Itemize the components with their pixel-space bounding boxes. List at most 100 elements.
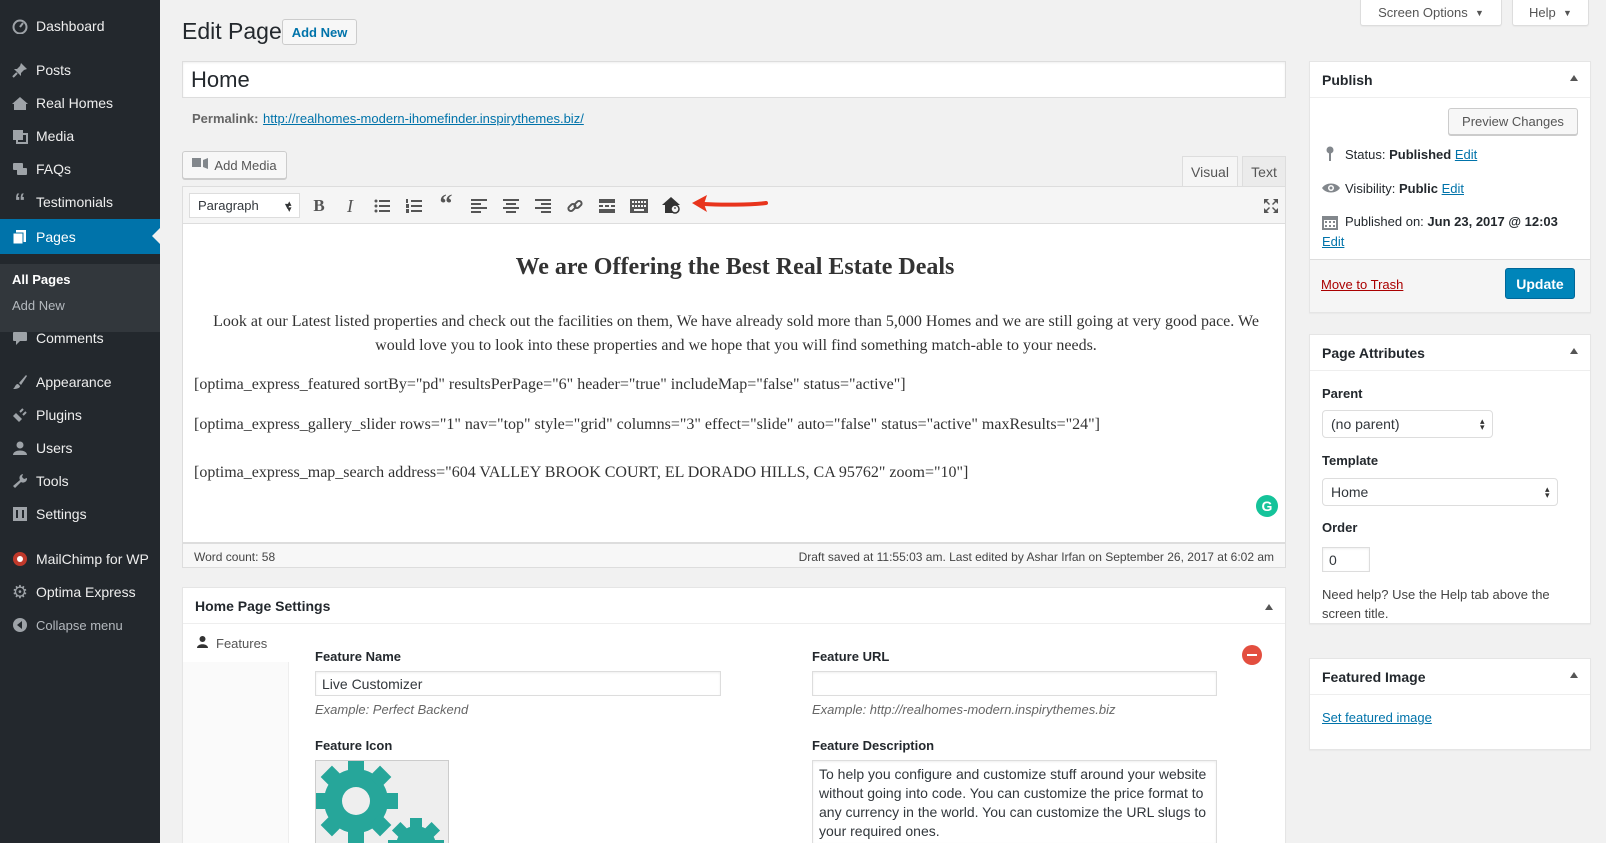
sidebar-item-dashboard[interactable]: Dashboard (0, 9, 160, 43)
pin-icon (1324, 146, 1336, 165)
eye-icon (1321, 182, 1341, 197)
bullet-list-icon[interactable] (371, 195, 393, 217)
feature-icon-image[interactable] (315, 760, 449, 843)
italic-icon[interactable]: I (339, 195, 361, 217)
permalink-link[interactable]: http://realhomes-modern-ihomefinder.insp… (263, 111, 584, 126)
collapse-toggle-icon[interactable] (1570, 672, 1578, 678)
status-row: Status: Published Edit (1345, 147, 1477, 162)
sidebar-item-comments[interactable]: Comments (0, 321, 160, 355)
sidebar-item-label: Real Homes (36, 95, 114, 111)
sidebar-item-label: Appearance (36, 374, 112, 390)
fullscreen-icon[interactable] (1260, 195, 1282, 217)
align-center-icon[interactable] (500, 195, 522, 217)
editor-status-bar: Word count: 58 Draft saved at 11:55:03 a… (182, 543, 1286, 568)
link-icon[interactable] (564, 195, 586, 217)
read-more-icon[interactable] (596, 195, 618, 217)
collapse-toggle-icon[interactable] (1265, 604, 1273, 610)
mailchimp-icon (10, 549, 30, 569)
sidebar-item-tools[interactable]: Tools (0, 464, 160, 498)
sidebar-item-plugins[interactable]: Plugins (0, 398, 160, 432)
sidebar-item-label: MailChimp for WP (36, 551, 149, 567)
permalink-label: Permalink: (192, 111, 259, 126)
preview-changes-button[interactable]: Preview Changes (1448, 108, 1578, 135)
feature-url-input[interactable] (812, 671, 1217, 696)
editor-content[interactable]: We are Offering the Best Real Estate Dea… (182, 224, 1286, 543)
order-input[interactable]: 0 (1322, 547, 1370, 572)
ihomefinder-house-icon[interactable] (660, 194, 682, 216)
sidebar-item-label: Testimonials (36, 194, 114, 210)
blockquote-icon[interactable]: “ (435, 189, 457, 218)
user-icon (197, 635, 208, 651)
dropdown-arrow-icon: ▼ (283, 200, 292, 211)
collapse-menu[interactable]: Collapse menu (0, 608, 160, 642)
content-heading: We are Offering the Best Real Estate Dea… (515, 254, 955, 280)
help-button[interactable]: Help ▼ (1512, 0, 1589, 26)
edit-visibility-link[interactable]: Edit (1442, 181, 1464, 196)
remove-feature-icon[interactable] (1242, 645, 1262, 665)
sidebar-item-label: Dashboard (36, 18, 105, 34)
sidebar-item-real-homes[interactable]: Real Homes (0, 86, 160, 120)
sidebar-item-users[interactable]: Users (0, 431, 160, 465)
keyboard-icon[interactable] (628, 195, 650, 217)
sidebar-item-label: Collapse menu (36, 617, 123, 633)
sidebar-item-testimonials[interactable]: “ Testimonials (0, 185, 160, 219)
feature-description-textarea[interactable]: To help you configure and customize stuf… (812, 760, 1217, 843)
sidebar-item-appearance[interactable]: Appearance (0, 365, 160, 399)
post-title-input[interactable]: Home (182, 61, 1286, 98)
attributes-help-text: Need help? Use the Help tab above the sc… (1322, 587, 1550, 621)
pin-icon (10, 60, 30, 80)
sidebar-item-mailchimp[interactable]: MailChimp for WP (0, 542, 160, 576)
featured-image-title: Featured Image (1310, 659, 1590, 695)
bold-icon[interactable]: B (308, 195, 330, 217)
collapse-toggle-icon[interactable] (1570, 348, 1578, 354)
submenu-add-new[interactable]: Add New (12, 298, 65, 313)
sidebar-item-optima-express[interactable]: ⚙ Optima Express (0, 575, 160, 609)
sidebar-item-label: Tools (36, 473, 69, 489)
tab-visual[interactable]: Visual (1182, 156, 1238, 187)
sidebar-item-posts[interactable]: Posts (0, 53, 160, 87)
help-label: Help (1529, 5, 1556, 20)
feature-name-input[interactable]: Live Customizer (315, 671, 721, 696)
feature-url-label: Feature URL (812, 649, 890, 664)
feature-description-label: Feature Description (812, 738, 935, 753)
submenu-all-pages[interactable]: All Pages (12, 272, 71, 287)
screen-options-button[interactable]: Screen Options ▼ (1360, 0, 1502, 26)
tab-text[interactable]: Text (1242, 156, 1286, 187)
word-count: Word count: 58 (194, 550, 276, 564)
comment-icon (10, 328, 30, 348)
add-new-button[interactable]: Add New (282, 19, 357, 45)
set-featured-image-link[interactable]: Set featured image (1322, 710, 1432, 725)
update-button[interactable]: Update (1505, 268, 1575, 299)
home-page-settings-box: Home Page Settings Features Feature Name… (182, 587, 1286, 843)
featured-image-box: Featured Image Set featured image (1309, 658, 1591, 750)
sidebar-item-settings[interactable]: Settings (0, 497, 160, 531)
edit-date-link[interactable]: Edit (1322, 234, 1344, 249)
sidebar-item-label: Settings (36, 506, 87, 522)
homes-icon (10, 93, 30, 113)
align-right-icon[interactable] (532, 195, 554, 217)
numbered-list-icon[interactable] (403, 195, 425, 217)
quote-icon: “ (14, 189, 26, 214)
parent-select[interactable]: (no parent) (1322, 410, 1493, 438)
collapse-toggle-icon[interactable] (1570, 75, 1578, 81)
format-select-value: Paragraph (198, 198, 259, 213)
edit-status-link[interactable]: Edit (1455, 147, 1477, 162)
visibility-label: Visibility: (1345, 181, 1396, 196)
sidebar-item-label: Posts (36, 62, 72, 78)
sidebar-item-faqs[interactable]: FAQs (0, 152, 160, 186)
page-attributes-box: Page Attributes Parent (no parent) Templ… (1309, 334, 1591, 624)
sidebar-item-label: Media (36, 128, 75, 144)
align-left-icon[interactable] (468, 195, 490, 217)
dashboard-icon (10, 16, 30, 36)
content-shortcode-map: [optima_express_map_search address="604 … (194, 464, 969, 481)
status-value: Published (1389, 147, 1452, 162)
annotation-arrow-icon (692, 195, 768, 212)
grammarly-icon[interactable]: G (1256, 495, 1278, 517)
add-media-button[interactable]: Add Media (182, 151, 287, 179)
sidebar-item-pages[interactable]: Pages (0, 219, 160, 254)
format-select[interactable]: Paragraph ▼ (189, 193, 300, 218)
move-to-trash-link[interactable]: Move to Trash (1321, 277, 1403, 292)
template-select[interactable]: Home (1322, 478, 1558, 506)
sidebar-item-media[interactable]: Media (0, 119, 160, 153)
tab-features[interactable]: Features (183, 624, 290, 662)
